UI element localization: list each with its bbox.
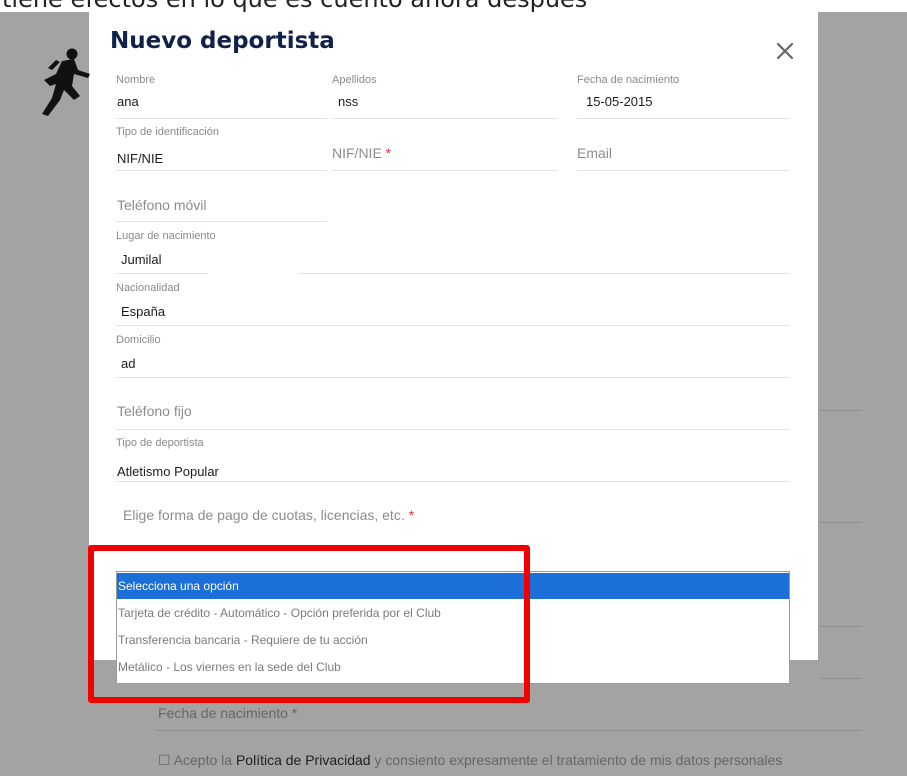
runner-silhouette-icon bbox=[42, 48, 90, 116]
lugar-nacimiento-field[interactable]: Lugar de nacimiento Jumilal bbox=[116, 228, 790, 274]
field-underline bbox=[298, 273, 790, 274]
highlight-annotation bbox=[88, 545, 530, 703]
background-birthdate-label: Fecha de nacimiento * bbox=[158, 705, 298, 721]
apellidos-value: nss bbox=[338, 94, 359, 109]
tipo-identificacion-value: NIF/NIE bbox=[117, 151, 164, 166]
tipo-identificacion-label: Tipo de identificación bbox=[116, 126, 219, 138]
nacionalidad-value: España bbox=[121, 304, 166, 319]
tipo-deportista-value: Atletismo Popular bbox=[117, 464, 219, 479]
modal-title: Nuevo deportista bbox=[110, 28, 335, 54]
telefono-fijo-placeholder: Teléfono fijo bbox=[117, 403, 192, 419]
forma-pago-label: Elige forma de pago de cuotas, licencias… bbox=[123, 507, 415, 523]
background-divider bbox=[820, 626, 862, 627]
background-divider bbox=[820, 410, 862, 411]
background-divider bbox=[820, 678, 862, 679]
tipo-identificacion-select[interactable]: Tipo de identificación NIF/NIE bbox=[116, 124, 327, 171]
lugar-nacimiento-value: Jumilal bbox=[121, 252, 162, 267]
apellidos-field[interactable]: Apellidos nss bbox=[332, 72, 558, 119]
apellidos-label: Apellidos bbox=[332, 74, 377, 86]
fecha-nacimiento-value: 15-05-2015 bbox=[586, 94, 653, 109]
privacy-checkbox[interactable]: ☐ bbox=[158, 752, 171, 768]
nif-nie-placeholder: NIF/NIE * bbox=[332, 145, 392, 161]
background-divider bbox=[155, 730, 862, 731]
domicilio-field[interactable]: Domicilio ad bbox=[116, 332, 790, 378]
fecha-nacimiento-field[interactable]: Fecha de nacimiento 15-05-2015 bbox=[577, 72, 789, 119]
nombre-field[interactable]: Nombre ana bbox=[116, 72, 327, 119]
nacionalidad-field[interactable]: Nacionalidad España bbox=[116, 280, 790, 326]
email-placeholder: Email bbox=[577, 145, 613, 161]
nacionalidad-label: Nacionalidad bbox=[116, 282, 180, 294]
email-input[interactable]: Email bbox=[577, 124, 789, 171]
domicilio-label: Domicilio bbox=[116, 334, 161, 346]
tipo-deportista-select[interactable]: Tipo de deportista Atletismo Popular bbox=[116, 435, 790, 482]
close-icon[interactable] bbox=[772, 38, 798, 64]
domicilio-value: ad bbox=[121, 356, 136, 371]
lugar-nacimiento-label: Lugar de nacimiento bbox=[116, 230, 216, 242]
telefono-fijo-input[interactable]: Teléfono fijo bbox=[116, 384, 790, 430]
privacy-policy-link[interactable]: Política de Privacidad bbox=[236, 752, 371, 768]
privacy-consent[interactable]: ☐ Acepto la Política de Privacidad y con… bbox=[158, 752, 782, 769]
background-divider bbox=[820, 522, 862, 523]
tipo-deportista-label: Tipo de deportista bbox=[116, 437, 204, 449]
nombre-label: Nombre bbox=[116, 74, 156, 86]
nif-nie-input[interactable]: NIF/NIE * bbox=[332, 124, 558, 171]
fecha-nacimiento-label: Fecha de nacimiento bbox=[577, 74, 680, 86]
nombre-value: ana bbox=[117, 94, 139, 109]
field-underline bbox=[116, 273, 208, 274]
telefono-movil-placeholder: Teléfono móvil bbox=[117, 197, 207, 213]
telefono-movil-input[interactable]: Teléfono móvil bbox=[116, 176, 327, 222]
